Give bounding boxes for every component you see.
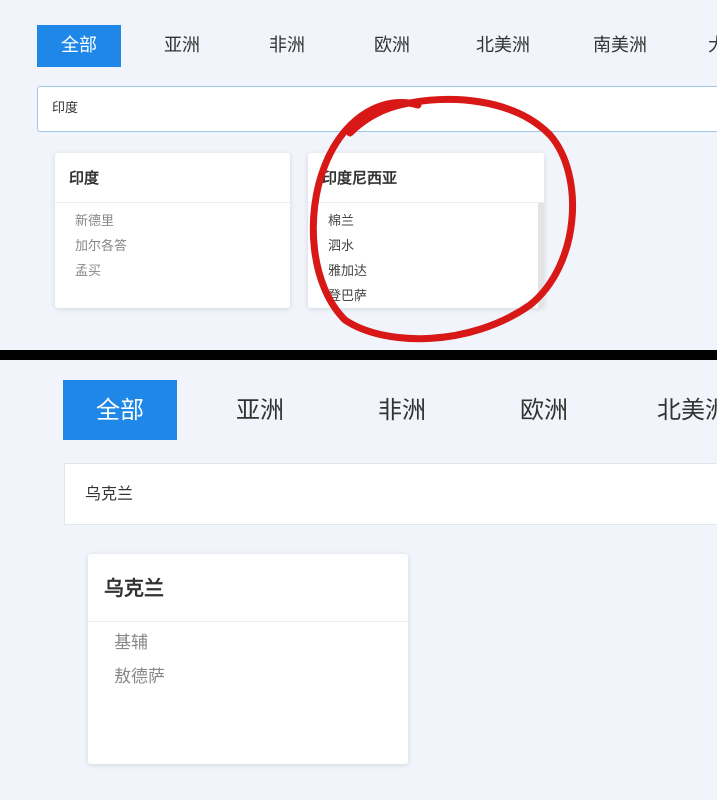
tab-oceania[interactable]: 大 <box>708 25 717 67</box>
tab-all[interactable]: 全部 <box>37 25 121 67</box>
tab-north-america[interactable]: 北美洲 <box>476 25 530 67</box>
country-card-indonesia[interactable]: 印度尼西亚 棉兰 泗水 雅加达 登巴萨 <box>308 153 544 308</box>
city-list: 新德里 加尔各答 孟买 <box>55 203 290 284</box>
tab-europe[interactable]: 欧洲 <box>520 380 568 440</box>
city-item[interactable]: 加尔各答 <box>75 234 290 259</box>
city-item[interactable]: 孟买 <box>75 259 290 284</box>
city-item[interactable]: 棉兰 <box>328 209 544 234</box>
tab-south-america[interactable]: 南美洲 <box>593 25 647 67</box>
tab-north-america[interactable]: 北美洲 <box>657 380 717 440</box>
search-input[interactable]: 印度 <box>37 86 717 132</box>
country-title: 印度 <box>55 153 290 203</box>
scrollbar[interactable] <box>538 203 544 308</box>
tab-europe[interactable]: 欧洲 <box>374 25 410 67</box>
country-card-ukraine[interactable]: 乌克兰 基辅 敖德萨 <box>88 554 408 764</box>
bottom-screenshot: 全部 亚洲 非洲 欧洲 北美洲 乌克兰 乌克兰 基辅 敖德萨 <box>0 360 717 800</box>
city-item[interactable]: 雅加达 <box>328 259 544 284</box>
city-item[interactable]: 新德里 <box>75 209 290 234</box>
city-list: 棉兰 泗水 雅加达 登巴萨 <box>308 203 544 308</box>
city-item[interactable]: 泗水 <box>328 234 544 259</box>
tab-all[interactable]: 全部 <box>63 380 177 440</box>
city-item[interactable]: 敖德萨 <box>114 660 408 694</box>
search-input[interactable]: 乌克兰 <box>64 463 717 525</box>
tab-africa[interactable]: 非洲 <box>269 25 305 67</box>
tab-asia[interactable]: 亚洲 <box>236 380 284 440</box>
city-item[interactable]: 基辅 <box>114 626 408 660</box>
country-title: 印度尼西亚 <box>308 153 544 203</box>
top-screenshot: 全部 亚洲 非洲 欧洲 北美洲 南美洲 大 印度 印度 新德里 加尔各答 孟买 … <box>0 0 717 350</box>
tab-africa[interactable]: 非洲 <box>378 380 426 440</box>
country-title: 乌克兰 <box>88 554 408 622</box>
city-item[interactable]: 登巴萨 <box>328 284 544 308</box>
tab-asia[interactable]: 亚洲 <box>164 25 200 67</box>
country-card-india[interactable]: 印度 新德里 加尔各答 孟买 <box>55 153 290 308</box>
city-list: 基辅 敖德萨 <box>88 622 408 694</box>
